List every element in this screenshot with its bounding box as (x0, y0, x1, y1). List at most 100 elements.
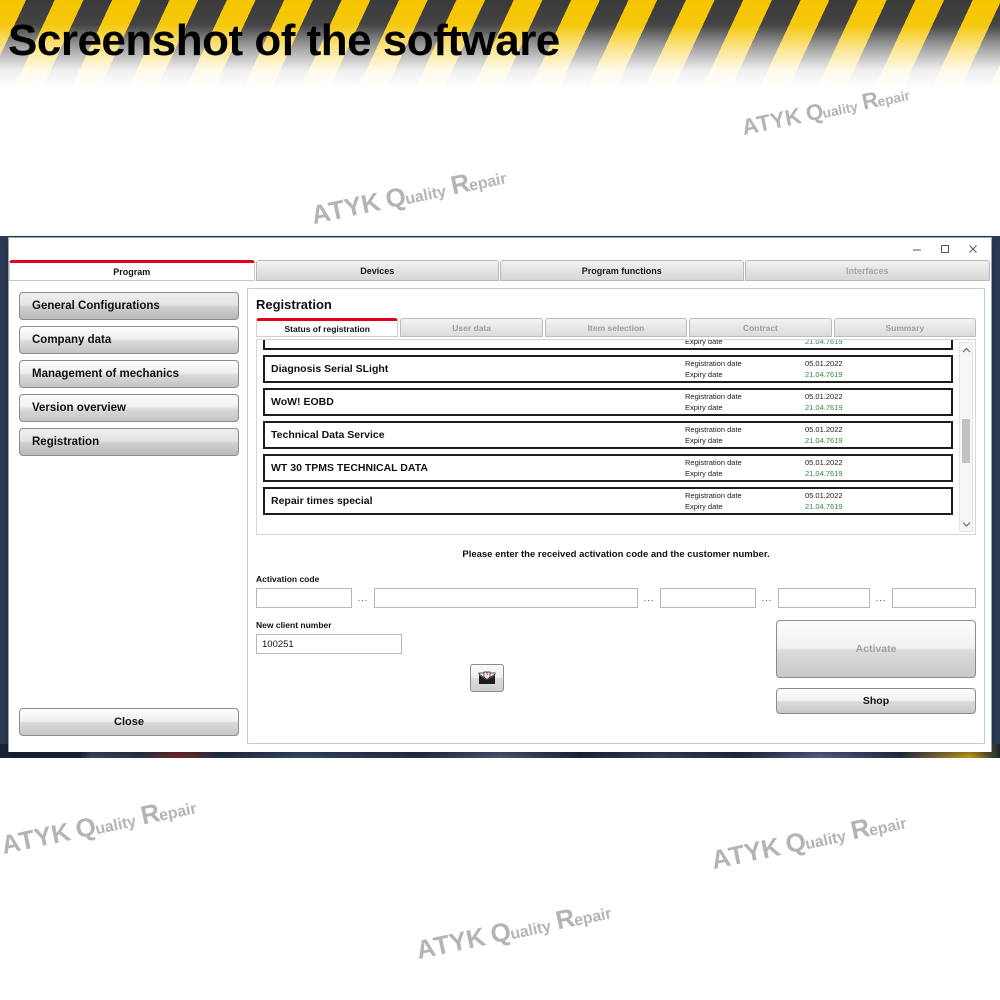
registration-list: Registration date Expiry date 21.04.7619… (256, 339, 976, 535)
row-date-values: 05.01.2022 21.04.7619 (805, 457, 945, 479)
sidebar-item-general-configurations[interactable]: General Configurations (19, 292, 239, 320)
page-title: Screenshot of the software (8, 16, 560, 65)
table-row[interactable]: Repair times special Registration date Exp… (263, 487, 953, 515)
table-row[interactable]: Diagnosis Serial SLight Registration date… (263, 355, 953, 383)
row-registration-label: Registration date (685, 491, 742, 500)
row-expiry-label: Expiry date (685, 403, 723, 412)
row-registration-label: Registration date (685, 359, 742, 368)
scrollbar-thumb[interactable] (962, 419, 970, 463)
sidebar-item-label: Registration (32, 436, 100, 448)
sidebar-item-registration[interactable]: Registration (19, 428, 239, 456)
watermark-text: ATYK Quality Repair (0, 797, 199, 861)
row-expiry-date: 21.04.7619 (805, 436, 843, 445)
activation-panel: Please enter the received activation cod… (256, 543, 976, 714)
tab-program-functions-label: Program functions (581, 265, 662, 276)
row-date-values: 05.01.2022 21.04.7619 (805, 490, 945, 512)
maximize-icon[interactable] (931, 239, 959, 259)
table-row[interactable]: WT 30 TPMS TECHNICAL DATA Registration da… (263, 454, 953, 482)
code-separator: ... (643, 593, 655, 603)
row-date-values: 21.04.7619 (805, 340, 945, 347)
chevron-up-icon[interactable] (960, 343, 972, 357)
activation-note: Please enter the received activation cod… (462, 549, 770, 560)
row-registration-label: Registration date (685, 425, 742, 434)
window-titlebar (9, 238, 991, 260)
sidebar-item-company-data[interactable]: Company data (19, 326, 239, 354)
list-scrollbar[interactable] (959, 342, 973, 532)
window-controls (903, 238, 987, 260)
tab-program-functions[interactable]: Program functions (500, 260, 744, 281)
row-expiry-label: Expiry date (685, 502, 723, 511)
main-tab-bar: Program Devices Program functions Interf… (9, 260, 991, 282)
client-number-value: 100251 (262, 638, 294, 650)
activation-code-segment-4[interactable] (778, 588, 870, 608)
close-icon[interactable] (959, 239, 987, 259)
sidebar-item-label: Version overview (32, 402, 126, 414)
watermark-text: ATYK Quality Repair (708, 812, 909, 876)
row-registration-date: 05.01.2022 (805, 425, 843, 434)
row-registration-date: 05.01.2022 (805, 458, 843, 467)
sub-tab-label: Item selection (587, 322, 645, 333)
minimize-icon[interactable] (903, 239, 931, 259)
action-buttons: Activate Shop (776, 620, 976, 714)
close-button-label: Close (114, 716, 144, 728)
code-separator: ... (357, 593, 369, 603)
tab-program-label: Program (113, 266, 151, 277)
code-separator: ... (761, 593, 773, 603)
activation-code-segment-2[interactable] (374, 588, 638, 608)
content-panel: Registration Status of registration User… (247, 288, 985, 744)
row-registration-date: 05.01.2022 (805, 491, 843, 500)
shop-button[interactable]: Shop (776, 688, 976, 714)
row-date-values: 05.01.2022 21.04.7619 (805, 358, 945, 380)
row-date-values: 05.01.2022 21.04.7619 (805, 391, 945, 413)
sub-tab-bar: Status of registration User data Item se… (248, 318, 984, 337)
header-banner: Screenshot of the software (0, 0, 1000, 88)
sub-tab-label: Contract (742, 322, 778, 333)
tab-status-of-registration[interactable]: Status of registration (256, 318, 399, 337)
watermark-text: ATYK Quality Repair (413, 902, 614, 966)
window-body: General Configurations Company data Mana… (9, 282, 991, 752)
activation-code-row: ... ... ... ... (256, 588, 976, 608)
row-expiry-date: 21.04.7619 (805, 469, 843, 478)
client-number-area: New client number 100251 ? (256, 620, 776, 714)
activation-code-segment-1[interactable] (256, 588, 352, 608)
tab-interfaces-label: Interfaces (845, 265, 889, 276)
close-button[interactable]: Close (19, 708, 239, 736)
sidebar-item-label: Management of mechanics (32, 368, 179, 380)
table-row[interactable]: Technical Data Service Registration date E… (263, 421, 953, 449)
sub-tab-label: User data (452, 322, 491, 333)
tab-item-selection: Item selection (544, 318, 688, 337)
row-expiry-label: Expiry date (685, 469, 723, 478)
sidebar: General Configurations Company data Mana… (9, 282, 247, 752)
tab-program[interactable]: Program (9, 260, 255, 281)
table-row[interactable]: WoW! EOBD Registration date Expiry date 05.… (263, 388, 953, 416)
sidebar-item-management-of-mechanics[interactable]: Management of mechanics (19, 360, 239, 388)
activate-button: Activate (776, 620, 976, 678)
row-item-name: WoW! EOBD (271, 396, 334, 408)
tab-user-data: User data (400, 318, 543, 337)
activation-lower-row: New client number 100251 ? Activate Shop (256, 620, 976, 714)
tab-devices-label: Devices (360, 265, 395, 276)
chevron-down-icon[interactable] (960, 517, 972, 531)
client-number-label: New client number (256, 620, 332, 630)
row-date-labels: Registration date Expiry date (685, 358, 805, 380)
row-item-name: WT 30 TPMS TECHNICAL DATA (271, 462, 428, 474)
table-row[interactable]: Registration date Expiry date 21.04.7619 (263, 340, 953, 350)
tab-devices[interactable]: Devices (255, 260, 499, 281)
client-number-input[interactable]: 100251 (256, 634, 402, 654)
svg-text:?: ? (485, 673, 488, 679)
close-button-wrapper: Close (19, 708, 239, 736)
application-window: Program Devices Program functions Interf… (8, 237, 992, 752)
sidebar-item-label: General Configurations (32, 300, 160, 312)
row-expiry-date: 21.04.7619 (805, 403, 843, 412)
row-date-labels: Registration date Expiry date (685, 391, 805, 413)
row-registration-date: 05.01.2022 (805, 359, 843, 368)
row-date-labels: Registration date Expiry date (685, 457, 805, 479)
sidebar-item-version-overview[interactable]: Version overview (19, 394, 239, 422)
row-registration-label: Registration date (685, 458, 742, 467)
envelope-icon[interactable]: ? (470, 664, 504, 692)
row-expiry-label: Expiry date (685, 370, 723, 379)
row-item-name: Diagnosis Serial SLight (271, 363, 389, 375)
activation-code-segment-5[interactable] (892, 588, 976, 608)
activation-code-segment-3[interactable] (660, 588, 756, 608)
row-date-labels: Registration date Expiry date (685, 490, 805, 512)
